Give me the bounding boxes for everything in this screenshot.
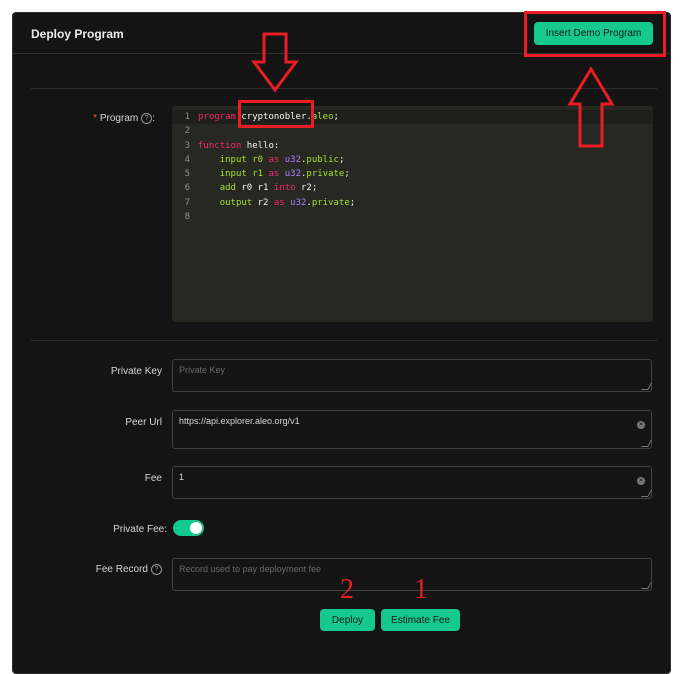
clear-icon[interactable]: ✕	[637, 421, 645, 429]
clear-icon[interactable]: ✕	[637, 477, 645, 485]
line-number: 8	[184, 212, 190, 223]
section-divider-top	[31, 88, 657, 89]
code-token: r2	[252, 197, 274, 208]
code-text: output r2 as u32.private;	[198, 196, 356, 210]
code-text: input r1 as u32.private;	[198, 167, 350, 181]
code-token: u32	[284, 169, 301, 180]
line-number: 5	[184, 169, 190, 180]
line-number: 2	[184, 126, 190, 137]
code-token: function	[198, 140, 242, 151]
code-token: public	[306, 154, 339, 165]
code-token: ;	[333, 112, 339, 122]
code-token: as	[273, 197, 285, 208]
private-fee-label: Private Fee:	[113, 524, 167, 535]
resize-handle-icon[interactable]	[640, 490, 653, 497]
step-number-estimate: 1	[414, 574, 428, 605]
code-token: into	[273, 183, 296, 194]
code-token: add	[219, 183, 236, 194]
private-key-label: Private Key	[110, 366, 162, 377]
fee-record-input[interactable]: Record used to pay deployment fee	[172, 558, 653, 591]
resize-handle-icon[interactable]	[640, 383, 653, 390]
line-number: 4	[184, 154, 190, 165]
line-number: 3	[184, 140, 190, 151]
line-number: 6	[184, 183, 190, 194]
code-token: hello:	[241, 140, 280, 151]
peer-url-label: Peer Url	[125, 417, 162, 428]
code-token: private	[311, 197, 350, 208]
up-arrow-annotation	[567, 66, 615, 148]
code-text: input r0 as u32.public;	[198, 153, 345, 167]
section-divider-middle	[31, 340, 657, 341]
fee-record-label: Fee Record?	[22, 564, 162, 575]
code-token: ;	[344, 169, 350, 180]
switch-knob	[190, 522, 202, 534]
code-token: as	[268, 154, 280, 165]
code-token: output	[219, 197, 253, 208]
code-line[interactable]: 6 add r0 r1 into r2;	[172, 181, 653, 195]
estimate-fee-button[interactable]: Estimate Fee	[381, 609, 460, 631]
fee-label: Fee	[144, 473, 162, 484]
code-text: add r0 r1 into r2;	[198, 181, 318, 195]
code-line[interactable]: 4 input r0 as u32.public;	[172, 153, 653, 167]
code-token: u32	[284, 154, 301, 165]
code-line[interactable]: 5 input r1 as u32.private;	[172, 167, 653, 181]
code-token: ;	[338, 154, 345, 165]
line-number: 7	[184, 197, 190, 208]
code-token: r1	[252, 169, 264, 180]
code-token: u32	[290, 197, 307, 208]
deploy-button[interactable]: Deploy	[320, 609, 375, 631]
code-token: r0	[252, 154, 264, 165]
private-fee-switch[interactable]	[173, 520, 204, 536]
code-token: input	[219, 169, 247, 180]
program-label: * Program?:	[92, 113, 155, 124]
step-number-deploy: 2	[340, 574, 354, 605]
resize-handle-icon[interactable]	[640, 582, 653, 589]
code-token: ;	[349, 197, 356, 208]
code-text: function hello:	[198, 139, 279, 153]
code-token: program	[198, 112, 236, 122]
help-icon[interactable]: ?	[141, 113, 153, 124]
code-line[interactable]: 7 output r2 as u32.private;	[172, 196, 653, 210]
code-token: as	[268, 169, 280, 180]
line-number: 1	[184, 112, 190, 122]
annotation-box-demo-button	[524, 11, 666, 57]
help-icon[interactable]: ?	[151, 564, 162, 575]
code-token: input	[219, 154, 247, 165]
annotation-box-program-name	[238, 100, 314, 128]
code-token: r0 r1	[235, 183, 274, 194]
resize-handle-icon[interactable]	[640, 440, 653, 447]
code-token: private	[306, 169, 345, 180]
code-line[interactable]: 8	[172, 210, 653, 224]
code-token: r2;	[295, 183, 318, 194]
peer-url-input[interactable]: https://api.explorer.aleo.org/v1 ✕	[172, 410, 653, 449]
private-key-input[interactable]: Private Key	[172, 359, 653, 392]
down-arrow-annotation	[251, 32, 299, 93]
card-title: Deploy Program	[31, 27, 124, 41]
fee-input[interactable]: 1 ✕	[172, 466, 653, 499]
code-token: aleo	[311, 112, 334, 122]
